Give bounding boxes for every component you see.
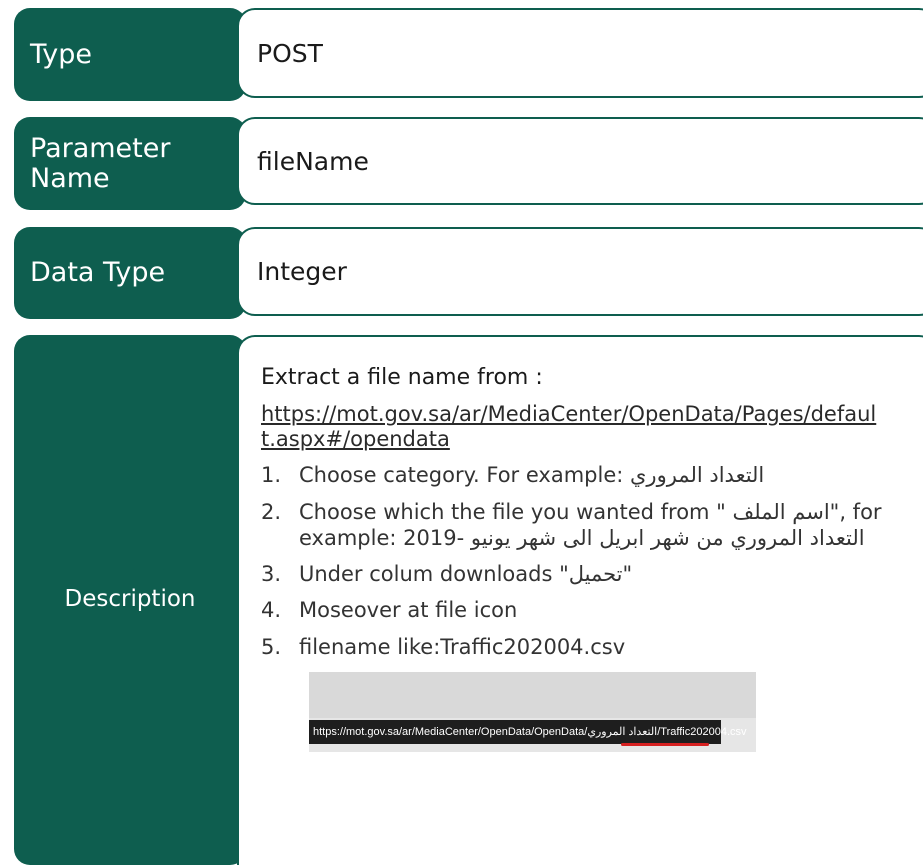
list-item: 5. filename like:Traffic202004.csv (261, 634, 901, 660)
step-number: 4. (261, 598, 282, 623)
list-item: 1. Choose category. For example: التعداد … (261, 462, 901, 488)
parameter-name-value: fileName (237, 117, 923, 205)
description-box: Extract a file name from : https://mot.g… (237, 335, 923, 865)
data-type-value: Integer (237, 227, 923, 316)
type-label: Type (14, 8, 246, 101)
step-number: 5. (261, 634, 282, 659)
step-text: Choose which the file you wanted from " … (299, 499, 882, 550)
opendata-link[interactable]: https://mot.gov.sa/ar/MediaCenter/OpenDa… (261, 402, 881, 452)
description-heading: Extract a file name from : (261, 365, 543, 390)
step-text: filename like:Traffic202004.csv (299, 634, 626, 659)
step-number: 3. (261, 562, 282, 587)
type-value: POST (237, 8, 923, 98)
screenshot-url-bar: https://mot.gov.sa/ar/MediaCenter/OpenDa… (309, 719, 747, 744)
description-label: Description (14, 335, 246, 865)
step-text: Choose category. For example: التعداد ال… (299, 463, 765, 488)
list-item: 3. Under colum downloads "تحميل" (261, 561, 901, 587)
steps-list: 1. Choose category. For example: التعداد … (261, 462, 901, 670)
step-number: 1. (261, 463, 282, 488)
parameter-name-label: Parameter Name (14, 117, 246, 210)
list-item: 2. Choose which the file you wanted from … (261, 499, 901, 552)
red-underline-mark (621, 742, 709, 746)
step-text: Moseover at file icon (299, 598, 518, 623)
data-type-label: Data Type (14, 227, 246, 319)
step-number: 2. (261, 499, 282, 524)
example-screenshot: https://mot.gov.sa/ar/MediaCenter/OpenDa… (309, 671, 756, 752)
list-item: 4. Moseover at file icon (261, 597, 901, 623)
step-text: Under colum downloads "تحميل" (299, 562, 633, 587)
